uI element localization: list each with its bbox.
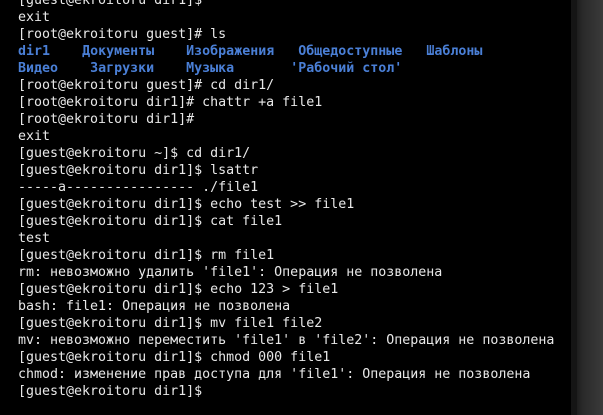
terminal-line: exit (18, 129, 51, 144)
terminal-line: test (18, 231, 51, 246)
terminal-line: [root@ekroitoru dir1]# chattr +a file1 (18, 95, 323, 110)
terminal-line: mv: невозможно переместить 'file1' в 'fi… (18, 333, 555, 348)
terminal-line: [guest@ekroitoru dir1]$ mv file1 file2 (18, 316, 323, 331)
terminal-prompt[interactable]: [guest@ekroitoru dir1]$ (18, 383, 554, 400)
terminal-line: rm: невозможно удалить 'file1': Операция… (18, 265, 443, 280)
terminal-output: [guest@ekroitoru dir1]$ exit [root@ekroi… (18, 0, 554, 400)
ls-entry: Загрузки (90, 61, 155, 76)
terminal-line: [guest@ekroitoru dir1]$ echo test >> fil… (18, 197, 355, 212)
terminal-line: [guest@ekroitoru dir1]$ chmod 000 file1 (18, 350, 331, 365)
terminal-line: [guest@ekroitoru ~]$ cd dir1/ (18, 146, 251, 161)
terminal-line: exit (18, 10, 51, 25)
ls-entry: Изображения (186, 44, 275, 59)
terminal-line: [root@ekroitoru guest]# cd dir1/ (18, 78, 275, 93)
terminal-line: [guest@ekroitoru dir1]$ (18, 0, 203, 8)
terminal-line: [guest@ekroitoru dir1]$ cat file1 (18, 214, 283, 229)
scrollbar-thumb[interactable] (571, 0, 577, 415)
ls-entry: 'Рабочий стол' (290, 61, 403, 76)
terminal-line: [guest@ekroitoru dir1]$ rm file1 (18, 248, 275, 263)
terminal-line: -----a---------------- ./file1 (18, 180, 259, 195)
terminal-line: [root@ekroitoru dir1]# (18, 112, 195, 127)
ls-entry: Общедоступные (298, 44, 403, 59)
terminal-line: [root@ekroitoru guest]# ls (18, 27, 227, 42)
terminal-line: chmod: изменение прав доступа для 'file1… (18, 367, 531, 382)
terminal-line: [guest@ekroitoru dir1]$ lsattr (18, 163, 259, 178)
ls-entry: Музыка (186, 61, 235, 76)
ls-output-row: Видео Загрузки Музыка 'Рабочий стол' (18, 60, 554, 77)
ls-entry: Видео (18, 61, 59, 76)
ls-entry: Шаблоны (426, 44, 483, 59)
terminal-line: bash: file1: Операция не позволена (18, 299, 291, 314)
ls-entry: Документы (82, 44, 155, 59)
ls-output-row: dir1 Документы Изображения Общедоступные… (18, 43, 554, 60)
ls-entry: dir1 (18, 44, 51, 59)
terminal-window[interactable]: [guest@ekroitoru dir1]$ exit [root@ekroi… (0, 0, 571, 415)
terminal-line: [guest@ekroitoru dir1]$ echo 123 > file1 (18, 282, 339, 297)
